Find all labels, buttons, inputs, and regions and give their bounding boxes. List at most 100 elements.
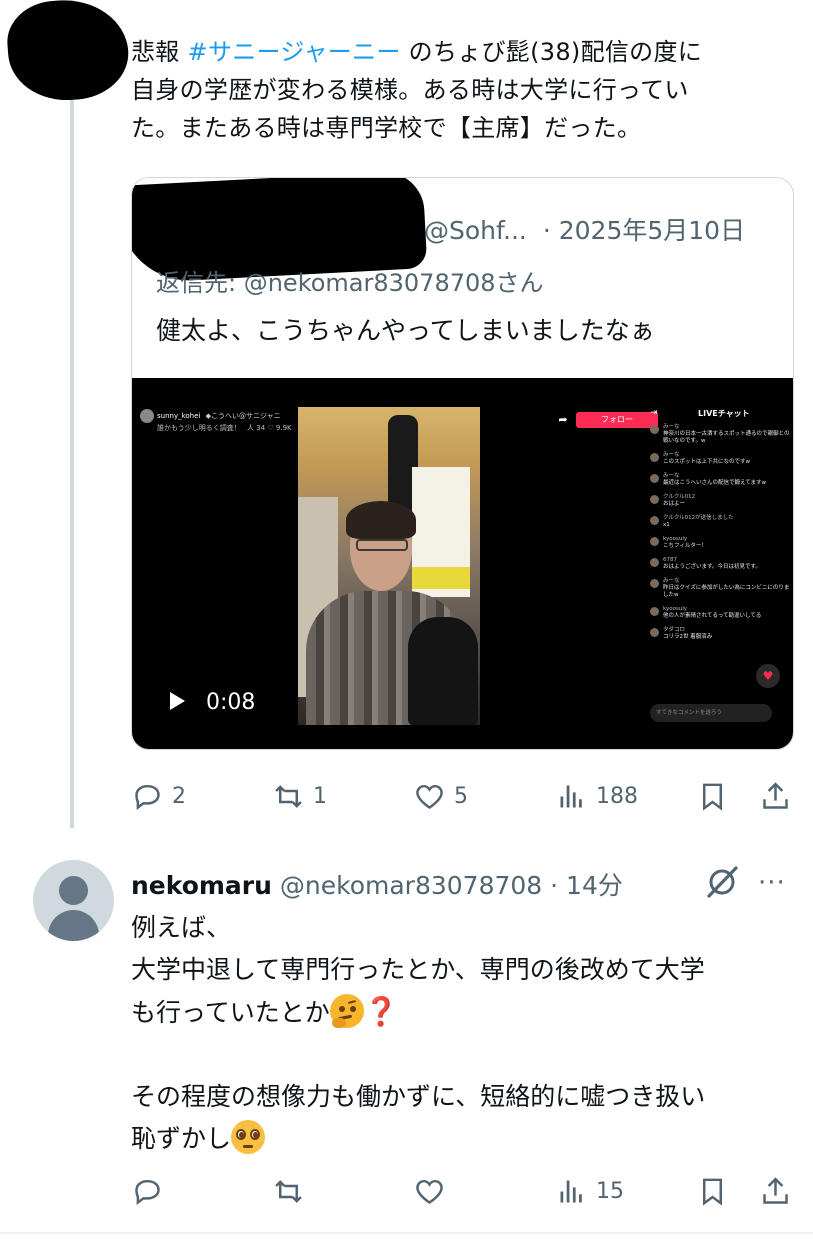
analytics-icon xyxy=(560,1180,582,1202)
chat-avatar xyxy=(650,453,659,462)
bookmark-icon xyxy=(703,1178,722,1206)
video-bg-poster xyxy=(412,467,470,597)
chat-title: LIVEチャット xyxy=(698,409,750,418)
tweet-text-line: その程度の想像力も働かずに、短絡的に嘘つき扱い xyxy=(131,1082,706,1111)
bookmark-icon xyxy=(703,783,722,811)
chat-avatar xyxy=(650,537,659,546)
chat-avatar xyxy=(650,558,659,567)
tweet-text-line: 自身の学歴が変わる模様。ある時は大学に行ってい xyxy=(131,76,689,104)
chat-comment-input[interactable]: すてきなコメントを送ろう xyxy=(650,704,772,722)
thread-connector-line xyxy=(70,0,74,828)
like-count: 5 xyxy=(454,783,468,809)
video-frame xyxy=(298,407,480,725)
analytics-icon xyxy=(560,785,582,807)
tweet-time[interactable]: · 14分 xyxy=(550,871,623,900)
repost-count: 1 xyxy=(313,783,327,809)
quote-reply-to[interactable]: 返信先: @nekomar83078708さん xyxy=(156,263,544,298)
chat-message: タダコロ コリラ2世 着服済み xyxy=(650,627,790,641)
tweet-text-segment: のちょび髭(38)配信の度に xyxy=(400,38,703,66)
chat-message-body: タダコロ コリラ2世 着服済み xyxy=(663,627,712,641)
tweet-text-line: も行っていたとか xyxy=(131,998,330,1027)
bookmark-button[interactable] xyxy=(696,1174,729,1208)
share-button[interactable] xyxy=(759,1174,792,1208)
chat-message: みーな 最近はこうへいさんの配信で鍛えてますw xyxy=(650,473,790,487)
tweet-action-bar: 2 1 5 188 xyxy=(131,779,794,813)
share-arrow-icon[interactable]: ➦ xyxy=(554,411,572,429)
like-button[interactable]: 5 xyxy=(413,779,468,813)
heart-outline-icon xyxy=(416,784,443,809)
streamer-sub: ◆こうへい@サニジャニ xyxy=(205,412,281,420)
video-poster-band xyxy=(412,567,470,589)
views-button[interactable]: 188 xyxy=(555,779,638,813)
streamer-stats: 人 34 ♡ 9.9K xyxy=(247,424,292,432)
chat-text: 昨日はクイズに参加がしたい為にコンビニにのりましたw xyxy=(663,585,790,598)
reply-button[interactable]: 2 xyxy=(131,779,186,813)
play-icon[interactable] xyxy=(170,692,185,710)
chat-username: kyoosuly xyxy=(663,606,688,612)
share-button[interactable] xyxy=(759,779,792,813)
chat-text: おはようございます。今日は初見です。 xyxy=(663,564,761,570)
quoted-tweet-card[interactable]: @Sohf... · 2025年5月10日 返信先: @nekomar830787… xyxy=(131,177,794,750)
chat-username: タダコロ xyxy=(663,627,686,633)
tweet-author-row: nekomaru @nekomar83078708 · 14分 xyxy=(131,866,623,902)
chat-username: みーな xyxy=(663,473,680,479)
chat-avatar xyxy=(650,495,659,504)
like-button[interactable] xyxy=(413,1174,446,1208)
pleading-face-emoji xyxy=(231,1120,266,1154)
tweet-text-segment: 悲報 xyxy=(131,38,188,66)
tweet-action-bar: 15 xyxy=(131,1174,794,1208)
chat-message: kyoosuly 他の人が素晴されてるって勘違いしてる xyxy=(650,606,790,620)
chat-message: 6787 おはようございます。今日は初見です。 xyxy=(650,557,790,571)
chat-message-body: みーな 神奈川の日本一古漬するスポット通るので親御との戦いなのです。w xyxy=(663,424,790,445)
chat-text: 神奈川の日本一古漬するスポット通るので親御との戦いなのです。w xyxy=(663,431,790,444)
chat-message-body: 6787 おはようございます。今日は初見です。 xyxy=(663,557,761,571)
chat-text: このスポットは上下共になのですw xyxy=(663,459,750,465)
repost-button[interactable] xyxy=(272,1174,305,1208)
chat-message-body: kyoosuly 他の人が素晴されてるって勘違いしてる xyxy=(663,606,761,620)
hashtag-link[interactable]: #サニージャーニー xyxy=(188,38,401,66)
tweet-text-line: 恥ずかし xyxy=(131,1124,232,1153)
chat-collapse-icon[interactable]: ⇥ xyxy=(650,408,658,418)
chat-message-body: みーな このスポットは上下共になのですw xyxy=(663,452,750,466)
video-person-hair xyxy=(346,501,416,539)
views-button[interactable]: 15 xyxy=(555,1174,624,1208)
streamer-avatar xyxy=(140,409,154,423)
chat-text: コリラ2世 着服済み xyxy=(663,634,713,640)
quote-header: @Sohf... · 2025年5月10日 xyxy=(424,211,745,247)
chat-message-body: みーな 最近はこうへいさんの配信で鍛えてますw xyxy=(663,473,766,487)
reply-button[interactable] xyxy=(131,1174,164,1208)
chat-message-list: みーな 神奈川の日本一古漬するスポット通るので親御との戦いなのです。w みーな このス… xyxy=(650,424,790,648)
chat-username: みーな xyxy=(663,452,680,458)
tweet-text: 悲報 #サニージャーニー のちょび髭(38)配信の度に 自身の学歴が変わる模様。… xyxy=(131,33,791,147)
grok-icon[interactable] xyxy=(703,865,741,899)
more-options-icon[interactable]: ··· xyxy=(758,868,786,898)
share-icon xyxy=(763,1176,788,1204)
avatar[interactable] xyxy=(33,860,114,941)
chat-username: 6787 xyxy=(663,557,677,563)
heart-icon[interactable]: ♥ xyxy=(756,664,780,688)
repost-button[interactable]: 1 xyxy=(272,779,327,813)
quote-date: · 2025年5月10日 xyxy=(542,216,746,245)
live-chat-panel: ⇥ LIVEチャット みーな 神奈川の日本一古漬するスポット通るので親御との戦いな… xyxy=(650,408,790,728)
chat-message: クルクル012が送信しました x1 xyxy=(650,515,790,529)
view-count: 15 xyxy=(596,1178,624,1204)
chat-username: クルクル012が送信しました xyxy=(663,515,734,521)
chat-text: おはよー xyxy=(663,501,686,507)
tweet-text-line: た。またある時は専門学校で【主席】だった。 xyxy=(131,114,642,142)
chat-text: 最近はこうへいさんの配信で鍛えてますw xyxy=(663,480,766,486)
thinking-face-emoji xyxy=(329,994,364,1028)
avatar-body-shape xyxy=(48,910,99,941)
author-name[interactable]: nekomaru xyxy=(131,871,272,900)
video-player[interactable]: sunny_kohei ◆こうへい@サニジャニ 誰かもう少し明るく調査！ 人 3… xyxy=(132,378,793,749)
bookmark-button[interactable] xyxy=(696,779,729,813)
divider xyxy=(0,1232,813,1234)
chat-username: クルクル012 xyxy=(663,494,696,500)
chat-message-body: みーな 昨日はクイズに参加がしたい為にコンビニにのりましたw xyxy=(663,578,790,599)
follow-button[interactable]: フォロー xyxy=(576,412,658,428)
chat-message-body: クルクル012が送信しました x1 xyxy=(663,515,734,529)
repost-icon xyxy=(275,784,302,808)
chat-username: kyoosuly xyxy=(663,536,688,542)
chat-username: みーな xyxy=(663,578,680,584)
author-handle[interactable]: @nekomar83078708 xyxy=(280,871,542,900)
